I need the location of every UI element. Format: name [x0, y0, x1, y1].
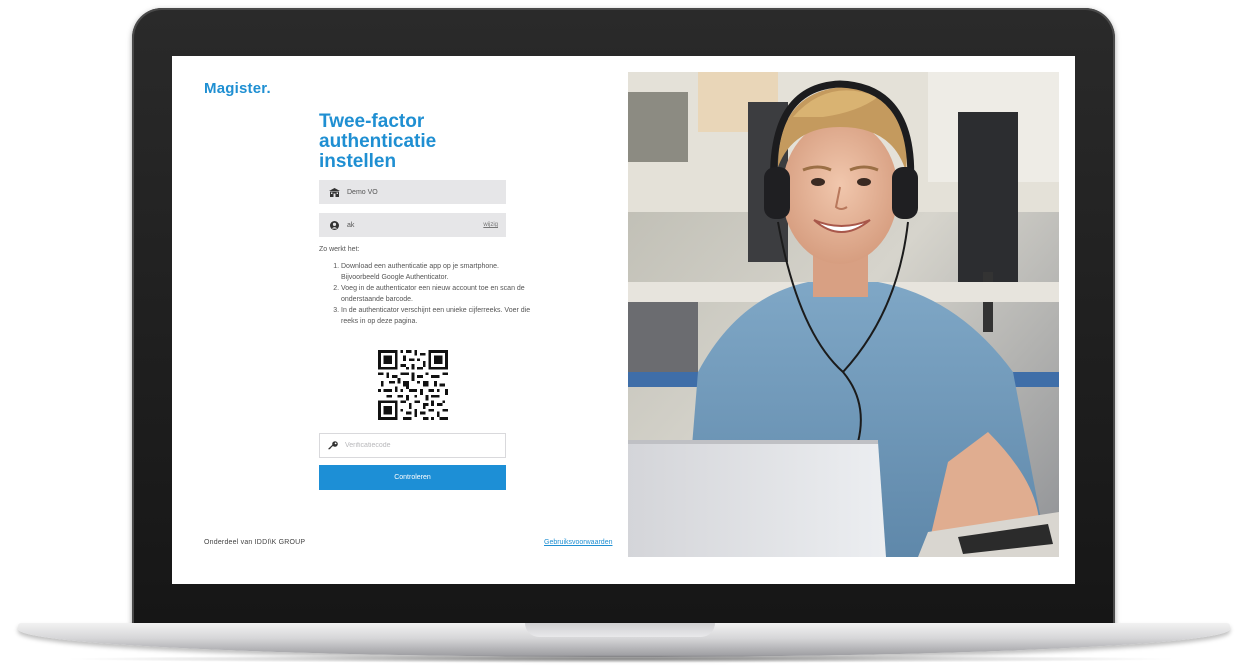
verification-code-input[interactable] — [345, 442, 497, 449]
change-user-link[interactable]: wijzig — [483, 222, 498, 228]
instruction-step: Download een authenticatie app op je sma… — [341, 261, 531, 283]
verify-button[interactable]: Controleren — [319, 465, 506, 490]
username-value: ak — [347, 221, 355, 229]
user-icon — [327, 220, 341, 230]
terms-link[interactable]: Gebruiksvoorwaarden — [544, 539, 612, 546]
magister-logo: Magister. — [204, 80, 271, 97]
key-icon — [328, 441, 338, 450]
school-name: Demo VO — [347, 188, 378, 196]
instructions-list: Download een authenticatie app op je sma… — [319, 261, 531, 327]
username-field: ak wijzig — [319, 213, 506, 237]
group-credit: Onderdeel van IDDI\K GROUP — [204, 539, 306, 546]
page-title-line-1: Twee-factor — [319, 111, 425, 132]
instruction-step: In de authenticator verschijnt een uniek… — [341, 305, 531, 327]
school-field: Demo VO — [319, 180, 506, 204]
page-title-line-2: authenticatie — [319, 131, 437, 152]
laptop-notch — [525, 623, 715, 637]
instructions-heading: Zo werkt het: — [319, 246, 360, 253]
laptop-screen: Magister. Twee-factor authenticatie inst… — [172, 56, 1075, 584]
student-with-headphones-photo — [628, 72, 1059, 557]
page-title: Twee-factor authenticatie instellen — [319, 112, 519, 172]
school-building-icon — [327, 187, 341, 197]
instruction-step: Voeg in de authenticator een nieuw accou… — [341, 283, 531, 305]
qr-code — [378, 350, 448, 420]
verification-field — [319, 433, 506, 458]
laptop-shadow — [60, 655, 1182, 663]
page-title-line-3: instellen — [319, 151, 397, 172]
